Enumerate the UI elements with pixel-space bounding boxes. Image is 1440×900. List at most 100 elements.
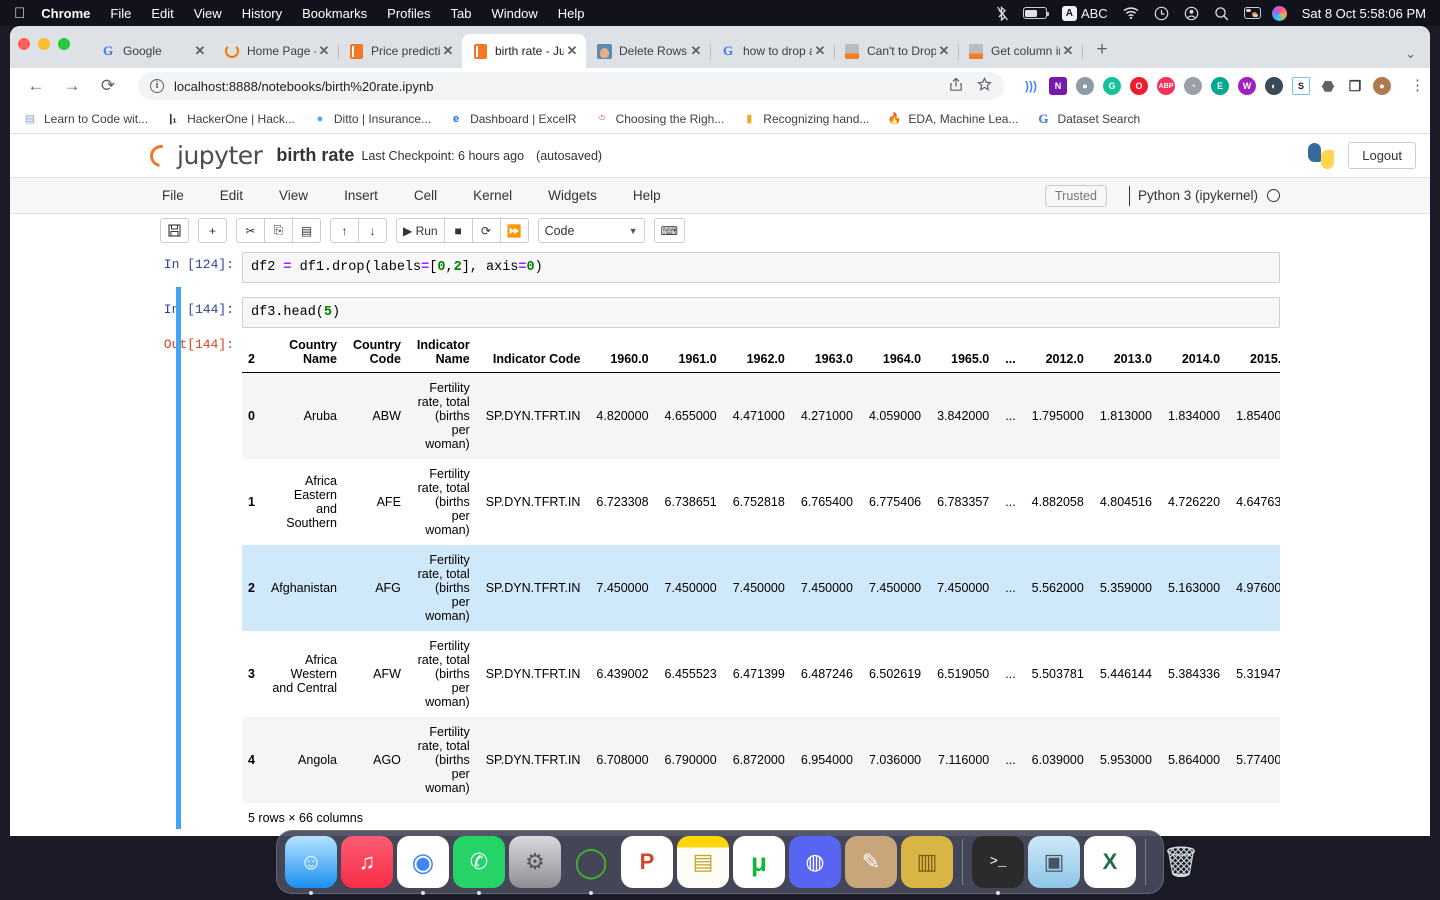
menubar-clock[interactable]: Sat 8 Oct 5:58:06 PM — [1302, 6, 1426, 21]
opera-icon[interactable]: O — [1130, 77, 1148, 95]
cell-type-select[interactable]: Code ▼ — [537, 218, 645, 243]
location-icon[interactable]: ● — [1076, 77, 1094, 95]
tab-search-chevron-down-icon[interactable]: ⌄ — [1405, 46, 1416, 62]
evernote-icon[interactable]: E — [1211, 77, 1229, 95]
speed-icon[interactable]: ◔ — [1184, 77, 1202, 95]
back-button[interactable]: ← — [22, 72, 50, 100]
sidepanel-icon[interactable]: ❐ — [1346, 77, 1364, 95]
jupyter-logo[interactable]: jupyter — [145, 140, 263, 171]
grammarly-icon[interactable]: G — [1103, 77, 1121, 95]
menu-edit[interactable]: Edit — [151, 6, 173, 21]
dock-powerpoint[interactable]: P — [621, 836, 673, 888]
menu-tab[interactable]: Tab — [451, 6, 472, 21]
tab-google[interactable]: G Google ✕ — [90, 34, 214, 68]
menu-view[interactable]: View — [194, 6, 222, 21]
bookmark-recognizing-hand[interactable]: ▮ Recognizing hand... — [741, 111, 869, 127]
dock-whatsapp[interactable]: ✆ — [453, 836, 505, 895]
tab-close-icon[interactable]: ✕ — [440, 43, 456, 59]
adblock-icon[interactable]: ABP — [1157, 77, 1175, 95]
code-cell-124[interactable]: In [124]: df2 = df1.drop(labels=[0,2], a… — [160, 248, 1280, 287]
move-cell-up-button[interactable]: ↑ — [330, 218, 359, 243]
wappalyzer-icon[interactable]: W — [1238, 77, 1256, 95]
bookmark-dataset-search[interactable]: G Dataset Search — [1035, 111, 1140, 127]
battery-icon[interactable] — [1022, 7, 1049, 19]
cell-source[interactable]: df2 = df1.drop(labels=[0,2], axis=0) — [242, 252, 1280, 283]
restart-kernel-icon[interactable]: ⟳ — [471, 218, 501, 243]
kebab-menu-icon[interactable]: ⋮ — [1410, 78, 1425, 93]
close-window-button[interactable] — [18, 38, 30, 50]
bookmark-hackerone[interactable]: |₁ HackerOne | Hack... — [165, 111, 295, 127]
dock-preview[interactable]: ▣ — [1028, 836, 1080, 888]
jp-menu-help[interactable]: Help — [633, 188, 661, 203]
wifi-icon[interactable] — [1123, 7, 1139, 19]
jp-menu-kernel[interactable]: Kernel — [473, 188, 512, 203]
user-circle-icon[interactable] — [1184, 6, 1199, 21]
tab-close-icon[interactable]: ✕ — [316, 43, 332, 59]
tab-cant-drop[interactable]: Can't to Drop a ✕ — [834, 34, 959, 68]
share-icon[interactable] — [949, 77, 963, 95]
tab-get-column-index[interactable]: Get column inde ✕ — [958, 34, 1083, 68]
bookmark-ditto[interactable]: ● Ditto | Insurance... — [312, 111, 432, 127]
bookmark-choosing-the-right[interactable]: ৩ Choosing the Righ... — [594, 111, 724, 127]
s-extension-icon[interactable]: S — [1292, 77, 1310, 95]
bookmark-learn-to-code[interactable]: ▤ Learn to Code wit... — [22, 111, 148, 127]
command-palette-keyboard-icon[interactable]: ⌨ — [653, 218, 685, 243]
jp-menu-widgets[interactable]: Widgets — [548, 188, 597, 203]
star-icon[interactable] — [977, 76, 992, 95]
dock-archive-utility[interactable]: ▥ — [901, 836, 953, 888]
tab-close-icon[interactable]: ✕ — [688, 43, 704, 59]
logout-button[interactable]: Logout — [1348, 142, 1416, 169]
stop-icon[interactable]: ■ — [443, 218, 473, 243]
dock-google-chrome[interactable]: ◉ — [397, 836, 449, 895]
cell-source[interactable]: df3.head(5) — [242, 297, 1280, 328]
dock-terminal[interactable]: >_ — [972, 836, 1024, 895]
tab-birth-rate[interactable]: birth rate - Jupy ✕ — [462, 34, 586, 68]
tab-close-icon[interactable]: ✕ — [812, 43, 828, 59]
input-source-indicator[interactable]: A ABC — [1061, 5, 1108, 21]
bluetooth-off-icon[interactable] — [996, 5, 1008, 21]
code-cell-144[interactable]: In [144]: df3.head(5) — [160, 287, 1280, 332]
tab-how-to-drop[interactable]: G how to drop a c ✕ — [710, 34, 835, 68]
control-center-icon[interactable] — [1243, 7, 1261, 19]
clock-history-icon[interactable] — [1154, 6, 1169, 21]
puzzle-icon[interactable]: ⬣ — [1319, 77, 1337, 95]
copy-icon[interactable]: ⎘ — [264, 218, 293, 243]
dock-utorrent[interactable]: μ — [733, 836, 785, 888]
bookmark-eda-machine-learning[interactable]: 🔥 EDA, Machine Lea... — [886, 111, 1019, 127]
dock-notes[interactable]: ▤ — [677, 836, 729, 888]
cast-icon[interactable]: ))) — [1022, 77, 1040, 95]
add-cell-button[interactable]: + — [198, 218, 227, 243]
jp-menu-insert[interactable]: Insert — [344, 188, 378, 203]
tab-close-icon[interactable]: ✕ — [936, 43, 952, 59]
tab-close-icon[interactable]: ✕ — [564, 43, 580, 59]
siri-icon[interactable] — [1271, 5, 1287, 21]
reload-button[interactable]: ⟳ — [94, 72, 122, 100]
dock-finder[interactable]: ☺ — [285, 836, 337, 895]
dock-anaconda-navigator[interactable]: ◯ — [565, 836, 617, 895]
dock-music[interactable]: ♫ — [341, 836, 393, 888]
jp-menu-cell[interactable]: Cell — [414, 188, 437, 203]
tab-price-prediction[interactable]: Price prediction ✕ — [338, 34, 462, 68]
notebook-name[interactable]: birth rate — [276, 145, 354, 166]
menu-profiles[interactable]: Profiles — [387, 6, 430, 21]
restart-run-all-icon[interactable]: ⏩ — [499, 218, 529, 243]
tab-close-icon[interactable]: ✕ — [192, 43, 208, 59]
new-tab-button[interactable]: + — [1088, 36, 1116, 64]
menu-history[interactable]: History — [242, 6, 282, 21]
menu-file[interactable]: File — [110, 6, 131, 21]
address-bar[interactable]: i localhost:8888/notebooks/birth%20rate.… — [138, 72, 1004, 100]
site-info-icon[interactable]: i — [150, 79, 164, 93]
minimize-window-button[interactable] — [38, 38, 50, 50]
menu-window[interactable]: Window — [492, 6, 538, 21]
save-icon[interactable] — [160, 218, 189, 243]
tab-home-page[interactable]: Home Page - Se ✕ — [214, 34, 339, 68]
profile-avatar-icon[interactable]: ● — [1373, 77, 1391, 95]
cut-icon[interactable]: ✂ — [236, 218, 265, 243]
onenote-icon[interactable]: N — [1049, 77, 1067, 95]
dock-excel[interactable]: X — [1084, 836, 1136, 888]
window-controls[interactable] — [18, 38, 70, 50]
apple-icon[interactable]:  — [14, 6, 25, 21]
tab-delete-rows[interactable]: Delete Rows & C ✕ — [586, 34, 711, 68]
search-icon[interactable] — [1214, 6, 1229, 21]
jp-menu-edit[interactable]: Edit — [220, 188, 243, 203]
